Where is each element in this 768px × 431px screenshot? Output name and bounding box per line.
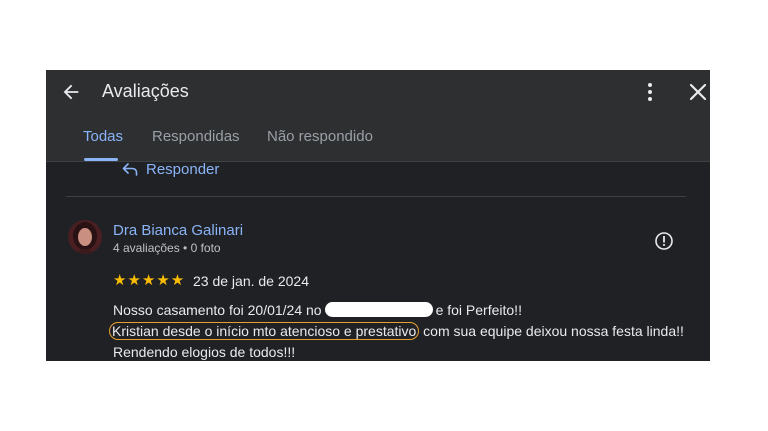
redaction-box bbox=[324, 302, 433, 317]
close-icon[interactable] bbox=[689, 83, 707, 101]
reply-label: Responder bbox=[146, 160, 220, 178]
reviewer-meta: 4 avaliações • 0 foto bbox=[113, 241, 221, 255]
page-title: Avaliações bbox=[102, 81, 189, 101]
reviewer-name[interactable]: Dra Bianca Galinari bbox=[113, 222, 243, 239]
review-text-part2: e foi Perfeito!! bbox=[435, 302, 522, 318]
tab-todas[interactable]: Todas bbox=[83, 128, 123, 145]
more-vert-icon[interactable] bbox=[642, 81, 658, 103]
review-text: Nosso casamento foi 20/01/24 no e foi Per… bbox=[109, 300, 703, 361]
review-date: 23 de jan. de 2024 bbox=[193, 273, 309, 289]
reviews-panel: Avaliações Todas Respondidas Não respond… bbox=[46, 70, 710, 361]
reply-button[interactable]: Responder bbox=[122, 159, 219, 179]
report-icon[interactable] bbox=[654, 231, 674, 251]
avatar[interactable] bbox=[68, 220, 102, 254]
highlighted-text: Kristian desde o início mto atencioso e … bbox=[109, 322, 420, 340]
arrow-back-icon[interactable] bbox=[60, 81, 82, 103]
reply-icon bbox=[122, 163, 138, 176]
header: Avaliações Todas Respondidas Não respond… bbox=[46, 70, 710, 162]
divider bbox=[66, 196, 686, 197]
tab-nao-respondido[interactable]: Não respondido bbox=[267, 128, 373, 145]
star-rating: ★★★★★ bbox=[113, 272, 186, 289]
tab-respondidas[interactable]: Respondidas bbox=[152, 128, 240, 145]
review-text-part1: Nosso casamento foi 20/01/24 no bbox=[113, 302, 322, 318]
